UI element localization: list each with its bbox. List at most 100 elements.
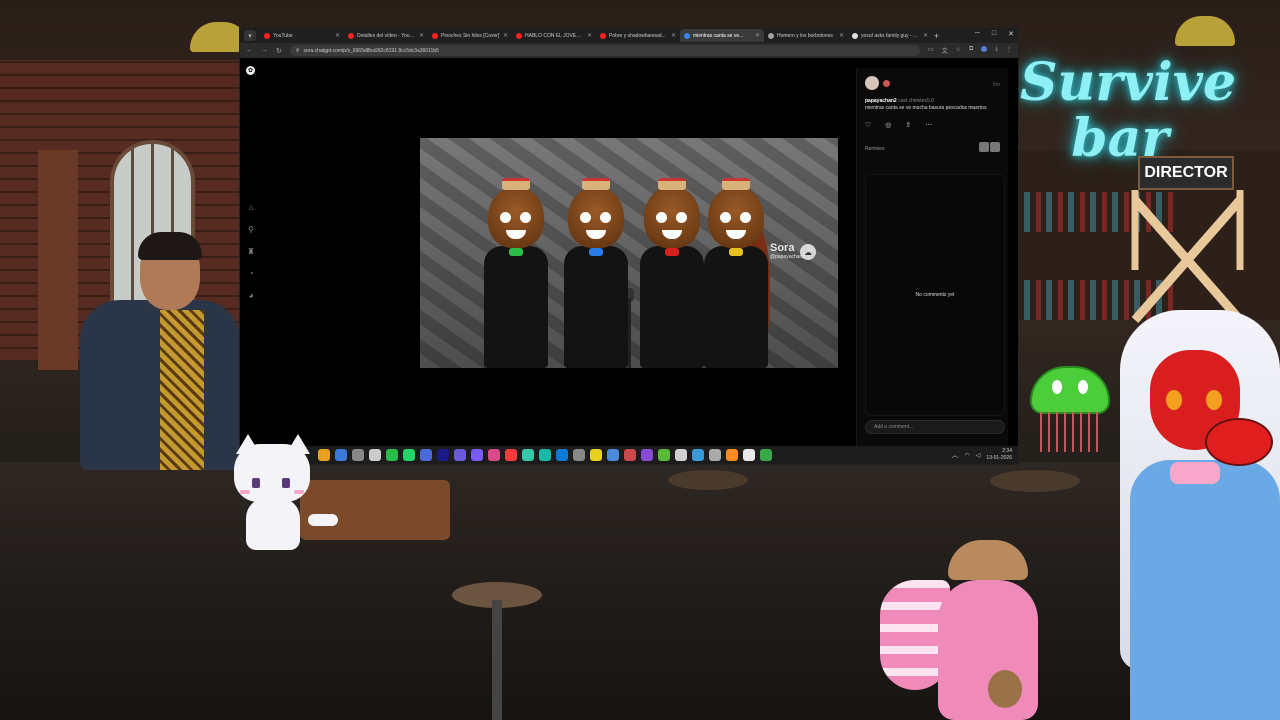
- tab-label: HABLO CON EL JOVEN G...: [525, 32, 584, 39]
- no-comments-text: No comments yet: [915, 292, 955, 298]
- translate-icon[interactable]: 文: [942, 46, 948, 55]
- downloads-icon[interactable]: ⤓: [995, 46, 998, 55]
- clock[interactable]: 2:34 13-01-2026: [986, 448, 1012, 462]
- post-username[interactable]: papayachan2: [865, 98, 897, 104]
- extensions-icon[interactable]: ⧉: [969, 46, 973, 55]
- back-icon[interactable]: ←: [246, 47, 253, 54]
- remix-icon[interactable]: ◎: [885, 121, 891, 129]
- taskbar-app-icon[interactable]: [352, 449, 364, 461]
- tab-close-icon[interactable]: ✕: [503, 32, 508, 39]
- tab-favicon-icon: [852, 32, 858, 39]
- taskbar-app-icon[interactable]: [335, 449, 347, 461]
- tab-close-icon[interactable]: ✕: [587, 32, 592, 39]
- site-info-icon[interactable]: ⚲: [296, 48, 300, 54]
- taskbar-app-icon[interactable]: [726, 449, 738, 461]
- new-tab-button[interactable]: +: [934, 31, 939, 41]
- browser-tab[interactable]: YouTube ✕: [260, 29, 344, 42]
- character-man: [60, 230, 240, 470]
- network-icon[interactable]: ◠: [965, 452, 970, 459]
- taskbar-app-icon[interactable]: [573, 449, 585, 461]
- search-icon[interactable]: ⚲: [246, 225, 256, 234]
- remixes-label[interactable]: Remixes: [865, 146, 884, 152]
- tab-close-icon[interactable]: ✕: [419, 32, 424, 39]
- tab-close-icon[interactable]: ✕: [839, 32, 844, 39]
- tab-label: Homero y los borbotones: [777, 32, 833, 39]
- taskbar-app-icon[interactable]: [369, 449, 381, 461]
- sora-page: ✿ ⌂ ⚲ ♜ ◔ ◕ Sora @papayachan2 ☁ 5m papay…: [240, 58, 1018, 464]
- taskbar-app-icon[interactable]: [505, 449, 517, 461]
- like-icon[interactable]: ♡: [865, 121, 871, 129]
- taskbar-app-icon[interactable]: [556, 449, 568, 461]
- post-cast[interactable]: cast chimitex5.0: [898, 98, 934, 104]
- cast-avatar[interactable]: [883, 79, 890, 87]
- taskbar-app-icon[interactable]: [743, 449, 755, 461]
- browser-tab[interactable]: Pobre y shadowbanead... ✕: [596, 29, 680, 42]
- reload-icon[interactable]: ↻: [276, 47, 282, 55]
- taskbar-app-icon[interactable]: [403, 449, 415, 461]
- taskbar: ︿ ◠ ◁ 2:34 13-01-2026: [240, 446, 1018, 464]
- taskbar-app-icon[interactable]: [624, 449, 636, 461]
- browser-tab[interactable]: Homero y los borbotones ✕: [764, 29, 848, 42]
- maximize-icon[interactable]: □: [992, 30, 996, 38]
- tab-label: Pobre y shadowbanead...: [609, 32, 666, 39]
- singer: [636, 178, 708, 368]
- video-player[interactable]: Sora @papayachan2 ☁: [420, 138, 838, 368]
- forward-icon[interactable]: →: [261, 47, 268, 54]
- minimize-icon[interactable]: ─: [975, 30, 980, 38]
- vtuber-avatar: [1100, 300, 1280, 720]
- tab-bar: ▾ YouTube ✕ Detalles del vídeo - YouTube ✕ P…: [240, 28, 1018, 43]
- share-icon[interactable]: ⇪: [905, 121, 911, 129]
- taskbar-app-icon[interactable]: [658, 449, 670, 461]
- taskbar-app-icon[interactable]: [607, 449, 619, 461]
- taskbar-app-icon[interactable]: [437, 449, 449, 461]
- taskbar-app-icon[interactable]: [488, 449, 500, 461]
- tab-close-icon[interactable]: ✕: [335, 32, 340, 39]
- taskbar-app-icon[interactable]: [420, 449, 432, 461]
- taskbar-app-icon[interactable]: [641, 449, 653, 461]
- taskbar-apps: [318, 449, 772, 461]
- close-window-icon[interactable]: ✕: [1008, 30, 1014, 38]
- taskbar-app-icon[interactable]: [760, 449, 772, 461]
- profile-icon[interactable]: ◕: [246, 291, 256, 300]
- bookmark-star-icon[interactable]: ☆: [956, 46, 961, 55]
- comment-input[interactable]: [865, 420, 1005, 434]
- taskbar-app-icon[interactable]: [675, 449, 687, 461]
- sora-logo-icon[interactable]: ✿: [246, 66, 255, 75]
- tab-close-icon[interactable]: ✕: [923, 32, 928, 39]
- browser-tab[interactable]: mientras canta se ve... ✕: [680, 29, 764, 42]
- remix-thumbnails[interactable]: [979, 142, 1000, 152]
- tab-close-icon[interactable]: ✕: [671, 32, 676, 39]
- profile-avatar[interactable]: [981, 46, 988, 52]
- tab-search-icon[interactable]: ▾: [244, 30, 256, 41]
- taskbar-app-icon[interactable]: [522, 449, 534, 461]
- notifications-icon[interactable]: ◔: [246, 269, 256, 278]
- home-icon[interactable]: ⌂: [246, 203, 256, 212]
- tab-label: yosuf asks family guy - Bú...: [861, 32, 920, 39]
- taskbar-app-icon[interactable]: [692, 449, 704, 461]
- chevron-up-icon[interactable]: ︿: [952, 450, 959, 460]
- taskbar-app-icon[interactable]: [539, 449, 551, 461]
- more-icon[interactable]: ⋯: [925, 121, 932, 129]
- tab-favicon-icon: [516, 32, 522, 39]
- taskbar-app-icon[interactable]: [471, 449, 483, 461]
- jellyfish-tentacles: [1040, 412, 1102, 452]
- address-bar[interactable]: ⚲ sora.chatgpt.com/p/s_6965d8ba992c8191 …: [289, 45, 920, 56]
- browser-tab[interactable]: Detalles del vídeo - YouTube ✕: [344, 29, 428, 42]
- taskbar-app-icon[interactable]: [454, 449, 466, 461]
- browser-tab[interactable]: Pinoches Sin hilos [Cover] ✕: [428, 29, 512, 42]
- avatar[interactable]: [865, 76, 879, 90]
- trophy-icon[interactable]: ♜: [246, 247, 256, 256]
- menu-icon[interactable]: ⋮: [1006, 46, 1012, 55]
- browser-tab[interactable]: HABLO CON EL JOVEN G... ✕: [512, 29, 596, 42]
- browser-tab[interactable]: yosuf asks family guy - Bú... ✕: [848, 29, 932, 42]
- taskbar-app-icon[interactable]: [590, 449, 602, 461]
- volume-icon[interactable]: ◁: [976, 452, 981, 459]
- cast-icon[interactable]: ▭: [928, 46, 934, 55]
- taskbar-app-icon[interactable]: [709, 449, 721, 461]
- sora-watermark-icon: ☁: [800, 244, 816, 260]
- taskbar-app-icon[interactable]: [386, 449, 398, 461]
- post-time: 5m: [993, 82, 1000, 88]
- clock-time: 2:34: [1002, 448, 1012, 454]
- singer: [700, 178, 772, 368]
- tab-close-icon[interactable]: ✕: [755, 32, 760, 39]
